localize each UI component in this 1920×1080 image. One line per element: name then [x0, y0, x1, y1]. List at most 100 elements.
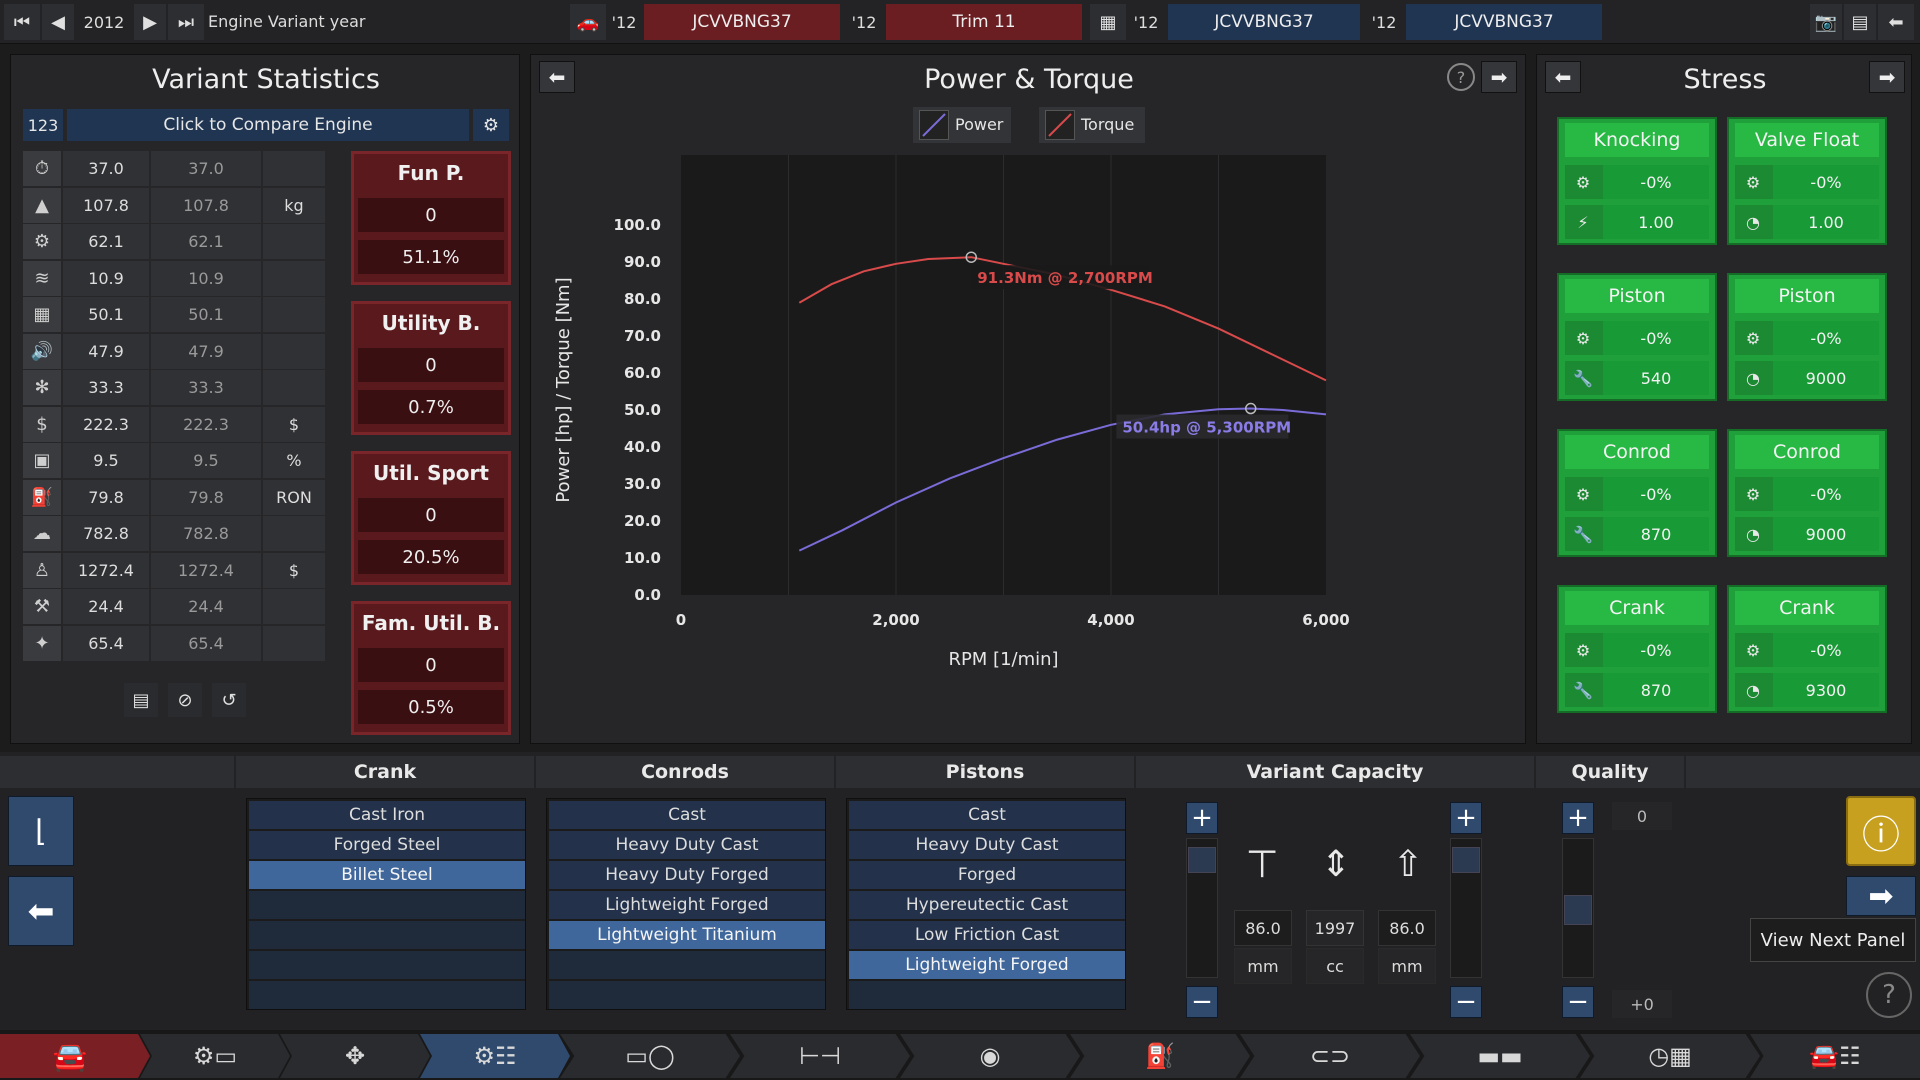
- y-tick-label: 30.0: [624, 475, 661, 493]
- material-option[interactable]: Hypereutectic Cast: [849, 891, 1125, 919]
- empty-slot: [249, 891, 525, 919]
- y-tick-label: 20.0: [624, 512, 661, 530]
- material-option[interactable]: Heavy Duty Cast: [849, 831, 1125, 859]
- material-option[interactable]: Low Friction Cast: [849, 921, 1125, 949]
- legend-label: Torque: [1081, 115, 1135, 134]
- nav-tuning[interactable]: ▬▬: [1410, 1034, 1590, 1078]
- help-button[interactable]: ?: [1447, 63, 1475, 91]
- camera-icon: 📷: [1814, 11, 1838, 33]
- slider-handle[interactable]: [1564, 895, 1592, 925]
- stress-row: ◔ 1.00: [1735, 205, 1879, 239]
- clear-button[interactable]: ⊘: [168, 683, 202, 717]
- stroke-slider[interactable]: [1450, 838, 1482, 978]
- next-panel-button[interactable]: ➡: [1869, 61, 1905, 93]
- stress-row: ⚙ -0%: [1735, 321, 1879, 355]
- nav-exhaust[interactable]: ⊂⊃: [1240, 1034, 1420, 1078]
- material-option[interactable]: Heavy Duty Cast: [549, 831, 825, 859]
- market-score-box[interactable]: Fun P. 0 51.1%: [351, 151, 511, 285]
- stress-row: ⚙ -0%: [1565, 477, 1709, 511]
- undo-icon: ↺: [221, 689, 237, 711]
- prev-panel-button[interactable]: ⬅: [1545, 61, 1581, 93]
- nav-car-model[interactable]: 🚘: [0, 1034, 150, 1078]
- prev-year-button[interactable]: ◀: [42, 4, 74, 40]
- slider-handle[interactable]: [1452, 847, 1480, 873]
- y-tick-label: 0.0: [634, 586, 661, 604]
- nav-finish[interactable]: 🚘☷: [1750, 1034, 1920, 1078]
- compare-icon-button[interactable]: ⚙: [473, 109, 509, 141]
- slot4-year: '12: [1371, 12, 1397, 32]
- efficiency-icon: ▣: [23, 443, 61, 478]
- material-option[interactable]: Lightweight Forged: [849, 951, 1125, 979]
- slider-handle[interactable]: [1188, 847, 1216, 873]
- material-option[interactable]: Lightweight Forged: [549, 891, 825, 919]
- camera-button[interactable]: 📷: [1810, 4, 1842, 40]
- material-option[interactable]: Cast Iron: [249, 801, 525, 829]
- nav-engine-family[interactable]: ⚙▭: [140, 1034, 290, 1078]
- nav-top-end[interactable]: ▭◯: [560, 1034, 740, 1078]
- material-option[interactable]: Forged Steel: [249, 831, 525, 859]
- material-option[interactable]: Cast: [549, 801, 825, 829]
- nav-fuel[interactable]: ⛽: [1070, 1034, 1250, 1078]
- bore-slider[interactable]: [1186, 838, 1218, 978]
- car-body-icon: 🚘: [52, 1039, 88, 1073]
- engine-stress-icon: ⚙: [1575, 484, 1591, 504]
- compare-engine-button[interactable]: Click to Compare Engine: [67, 109, 469, 141]
- material-option[interactable]: Forged: [849, 861, 1125, 889]
- slot2-trim-button[interactable]: Trim 11: [886, 4, 1082, 40]
- notes-button[interactable]: ▤: [124, 683, 158, 717]
- conrods-header: Conrods: [536, 756, 834, 788]
- stress-value: 9300: [1773, 673, 1879, 707]
- material-option[interactable]: Heavy Duty Forged: [549, 861, 825, 889]
- stroke-decrease-button[interactable]: −: [1450, 986, 1482, 1018]
- material-option[interactable]: Billet Steel: [249, 861, 525, 889]
- next-panel-button[interactable]: ➡: [1481, 61, 1517, 93]
- quality-increase-button[interactable]: +: [1562, 802, 1594, 834]
- legend-torque[interactable]: Torque: [1039, 107, 1145, 143]
- nav-testing[interactable]: ◷▦: [1580, 1034, 1760, 1078]
- market-score-box[interactable]: Utility B. 0 0.7%: [351, 301, 511, 435]
- slot1-engine-button[interactable]: JCVVBNG37: [644, 4, 840, 40]
- empty-slot: [249, 921, 525, 949]
- nav-engine-block[interactable]: ✥: [280, 1034, 430, 1078]
- nav-bottom-end[interactable]: ⚙☷: [420, 1034, 570, 1078]
- material-option[interactable]: Lightweight Titanium: [549, 921, 825, 949]
- bore-increase-button[interactable]: +: [1186, 802, 1218, 834]
- next-page-button[interactable]: ➡: [1846, 876, 1916, 916]
- stat-compare-value: 107.8: [151, 187, 261, 223]
- stat-row: 🔊 47.9 47.9: [23, 333, 338, 370]
- previous-page-button[interactable]: ⬅: [8, 876, 74, 946]
- quality-decrease-button[interactable]: −: [1562, 986, 1594, 1018]
- engine-folder-icon: ⚙▭: [192, 1042, 238, 1070]
- market-score-box[interactable]: Fam. Util. B. 0 0.5%: [351, 601, 511, 735]
- first-year-button[interactable]: ⏮: [4, 4, 40, 40]
- quality-slider[interactable]: [1562, 838, 1594, 978]
- prev-panel-button[interactable]: ⬅: [539, 61, 575, 93]
- slot4-engine-button[interactable]: JCVVBNG37: [1406, 4, 1602, 40]
- reset-button[interactable]: ↺: [212, 683, 246, 717]
- engine-designer-button[interactable]: ⌊: [8, 796, 74, 866]
- x-tick-label: 0: [676, 611, 686, 629]
- nav-aspiration[interactable]: ⊢⊣: [730, 1034, 910, 1078]
- help-button[interactable]: ?: [1866, 972, 1912, 1018]
- bore-decrease-button[interactable]: −: [1186, 986, 1218, 1018]
- last-year-button[interactable]: ⏭: [168, 4, 204, 40]
- stroke-increase-button[interactable]: +: [1450, 802, 1482, 834]
- warning-button[interactable]: ⓘ: [1846, 796, 1916, 866]
- calculator-button[interactable]: ▤: [1844, 4, 1876, 40]
- stopwatch-icon: ⏱: [23, 151, 61, 186]
- conrod-material-list: Cast Heavy Duty Cast Heavy Duty Forged Ligh…: [546, 798, 826, 1010]
- next-year-button[interactable]: ▶: [134, 4, 166, 40]
- market-score-box[interactable]: Util. Sport 0 20.5%: [351, 451, 511, 585]
- car-slot-button[interactable]: 🚗: [570, 4, 606, 40]
- stat-compare-value: 47.9: [151, 333, 261, 369]
- question-icon: ?: [1882, 980, 1896, 1010]
- stress-title: Crank: [1735, 591, 1879, 625]
- nav-turbo[interactable]: ◉: [900, 1034, 1080, 1078]
- material-option[interactable]: Cast: [849, 801, 1125, 829]
- engine-slot-button[interactable]: ▦: [1090, 4, 1126, 40]
- skip-forward-icon: ⏭: [177, 11, 195, 33]
- back-button[interactable]: ⬅: [1878, 4, 1914, 40]
- stat-row: ⏱ 37.0 37.0: [23, 151, 338, 187]
- legend-power[interactable]: Power: [913, 107, 1011, 143]
- slot3-engine-button[interactable]: JCVVBNG37: [1168, 4, 1360, 40]
